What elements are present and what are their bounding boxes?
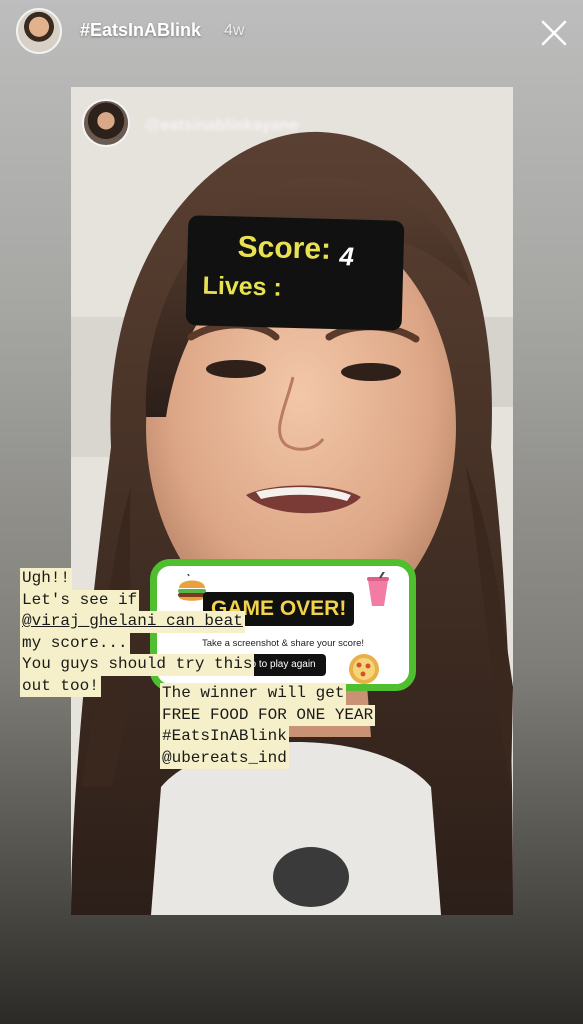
caption-line: FREE FOOD FOR ONE YEAR: [160, 704, 376, 726]
story-caption-right: The winner will get FREE FOOD FOR ONE YE…: [160, 683, 376, 769]
story-caption-left: Ugh!! Let's see if @viraj_ghelani can be…: [20, 568, 255, 697]
account-avatar[interactable]: [16, 8, 62, 54]
game-scoreboard: Score: 4 Lives :: [185, 215, 405, 331]
caption-line: The winner will get: [160, 683, 347, 705]
mention-link[interactable]: @ubereats_ind: [160, 747, 289, 769]
mention-link[interactable]: @viraj_ghelani can beat: [20, 611, 245, 633]
selfie-photo: [71, 87, 513, 915]
caption-line: my score...: [20, 632, 130, 654]
caption-line: out too!: [20, 675, 101, 697]
pizza-icon: [349, 654, 379, 684]
drink-icon: [367, 572, 389, 606]
lives-label: Lives :: [202, 271, 283, 302]
story-timestamp: 4w: [224, 22, 245, 39]
close-icon[interactable]: [536, 15, 572, 51]
post-author-username[interactable]: @eatsinablinkayane: [145, 117, 298, 135]
account-name[interactable]: #EatsInABlink: [80, 20, 201, 41]
post-author-avatar[interactable]: [82, 99, 130, 147]
caption-line: Ugh!!: [20, 568, 73, 590]
score-label: Score:: [237, 230, 332, 266]
caption-line: Let's see if: [20, 589, 140, 611]
caption-line: You guys should try this: [20, 654, 255, 676]
story-header: #EatsInABlink 4w: [0, 0, 583, 64]
score-value: 4: [339, 241, 355, 272]
hashtag-link[interactable]: #EatsInABlink: [160, 726, 289, 748]
shared-story-post[interactable]: @eatsinablinkayane Score: 4 Lives : GAME…: [71, 87, 513, 915]
